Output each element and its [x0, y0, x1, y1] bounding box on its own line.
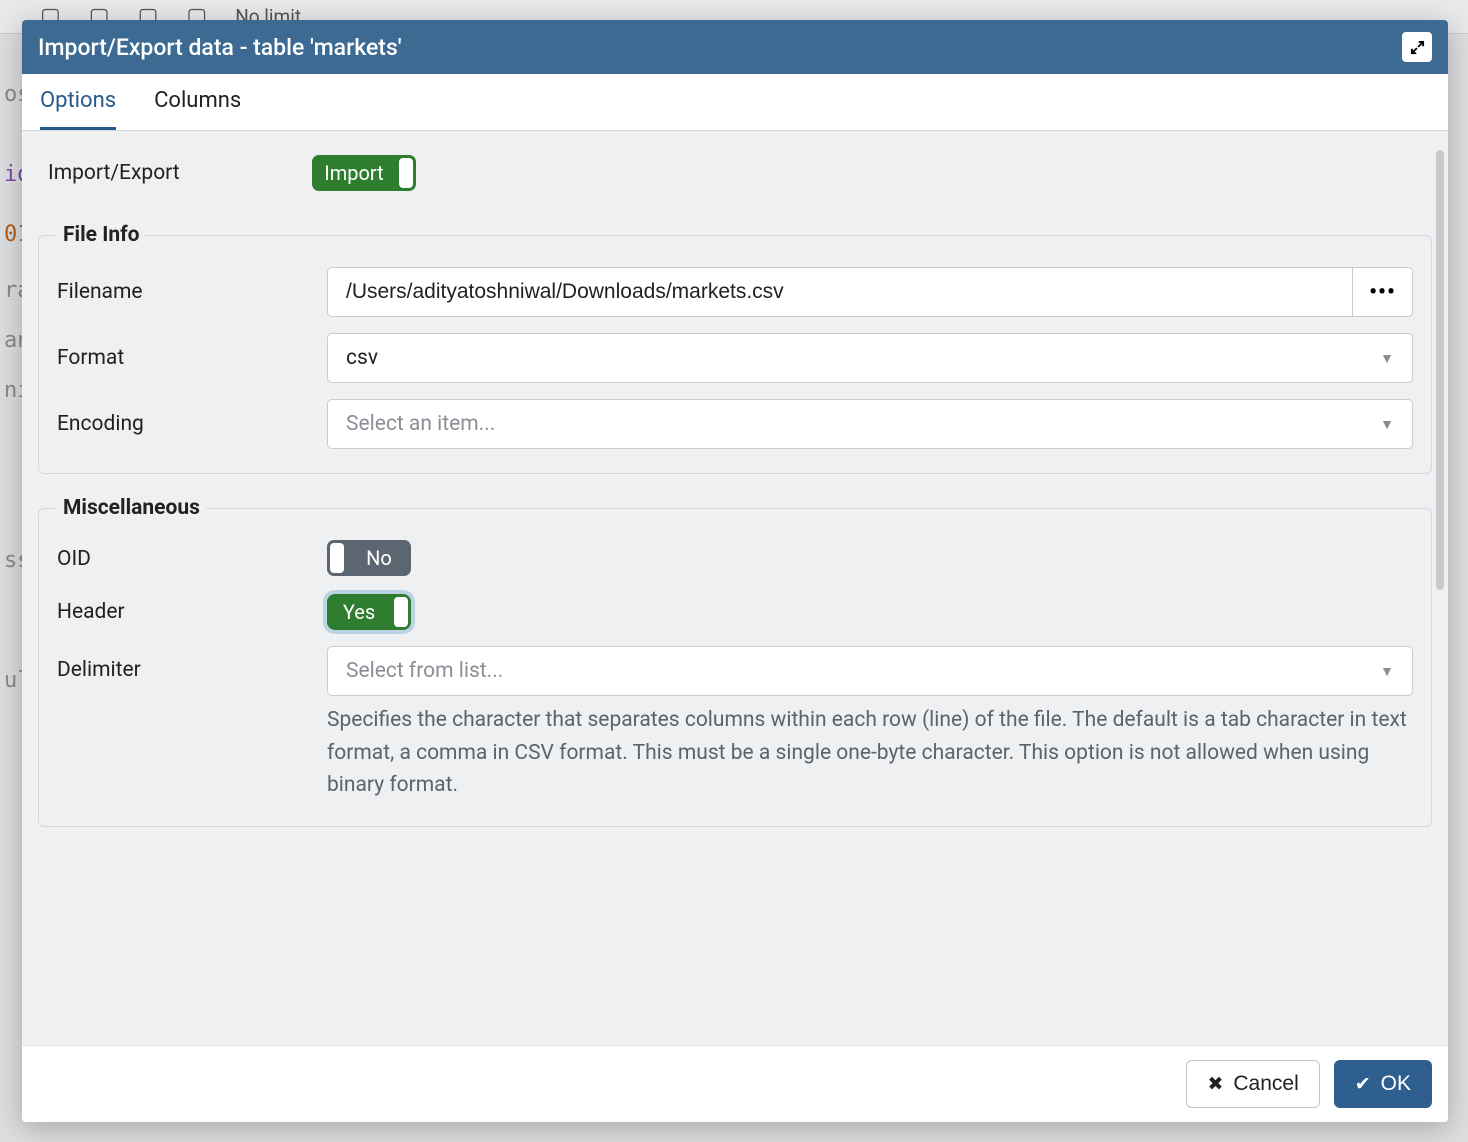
chevron-down-icon: ▼ — [1380, 350, 1394, 367]
ok-label: OK — [1381, 1072, 1411, 1096]
dialog-tabs: Options Columns — [22, 74, 1448, 131]
import-export-toggle[interactable]: Import — [312, 155, 416, 191]
format-row: Format csv ▼ — [57, 333, 1413, 383]
oid-toggle[interactable]: No — [327, 540, 411, 576]
check-icon: ✔ — [1355, 1073, 1371, 1096]
close-icon: ✖ — [1207, 1073, 1223, 1096]
delimiter-help-text: Specifies the character that separates c… — [327, 704, 1413, 802]
dialog-title: Import/Export data - table 'markets' — [38, 34, 1402, 61]
chevron-down-icon: ▼ — [1380, 416, 1394, 433]
expand-icon — [1410, 40, 1425, 55]
toggle-text: Yes — [327, 600, 391, 624]
format-select[interactable]: csv ▼ — [327, 333, 1413, 383]
browse-button[interactable]: ••• — [1353, 267, 1413, 317]
oid-row: OID No — [57, 540, 1413, 578]
misc-fieldset: Miscellaneous OID No Header Yes — [38, 496, 1432, 827]
header-label: Header — [57, 600, 327, 624]
encoding-placeholder: Select an item... — [346, 412, 495, 436]
toggle-knob — [399, 158, 413, 188]
cancel-label: Cancel — [1233, 1072, 1298, 1096]
toggle-knob — [394, 597, 408, 627]
oid-label: OID — [57, 547, 327, 571]
filename-label: Filename — [57, 280, 327, 304]
expand-button[interactable] — [1402, 32, 1432, 62]
toggle-text: No — [347, 546, 411, 570]
dialog-titlebar: Import/Export data - table 'markets' — [22, 20, 1448, 74]
delimiter-label: Delimiter — [57, 646, 327, 682]
cancel-button[interactable]: ✖ Cancel — [1186, 1060, 1319, 1108]
encoding-label: Encoding — [57, 412, 327, 436]
header-row: Header Yes — [57, 594, 1413, 630]
delimiter-row: Delimiter Select from list... ▼ Specifie… — [57, 646, 1413, 802]
format-label: Format — [57, 346, 327, 370]
tab-options[interactable]: Options — [40, 74, 116, 130]
encoding-select[interactable]: Select an item... ▼ — [327, 399, 1413, 449]
ok-button[interactable]: ✔ OK — [1334, 1060, 1432, 1108]
import-export-row: Import/Export Import — [38, 147, 1432, 201]
filename-input[interactable] — [327, 267, 1353, 317]
toggle-knob — [330, 543, 344, 573]
misc-legend: Miscellaneous — [57, 496, 206, 520]
toggle-text: Import — [312, 161, 396, 185]
file-info-legend: File Info — [57, 223, 145, 247]
ellipsis-icon: ••• — [1369, 280, 1396, 305]
tab-columns[interactable]: Columns — [154, 74, 241, 130]
dialog-body: Import/Export Import File Info Filename … — [22, 131, 1448, 1045]
encoding-row: Encoding Select an item... ▼ — [57, 399, 1413, 449]
file-info-fieldset: File Info Filename ••• Format csv ▼ — [38, 223, 1432, 474]
format-value: csv — [346, 346, 378, 370]
filename-row: Filename ••• — [57, 267, 1413, 317]
header-toggle[interactable]: Yes — [327, 594, 411, 630]
delimiter-placeholder: Select from list... — [346, 659, 503, 683]
chevron-down-icon: ▼ — [1380, 663, 1394, 680]
dialog-footer: ✖ Cancel ✔ OK — [22, 1045, 1448, 1122]
import-export-label: Import/Export — [42, 161, 312, 185]
import-export-dialog: Import/Export data - table 'markets' Opt… — [22, 20, 1448, 1122]
delimiter-select[interactable]: Select from list... ▼ — [327, 646, 1413, 696]
scrollbar[interactable] — [1436, 150, 1444, 590]
